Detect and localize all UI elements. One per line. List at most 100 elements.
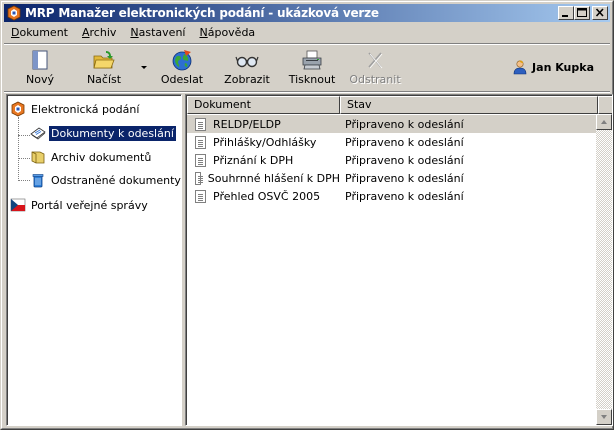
document-icon — [195, 153, 206, 167]
document-status: Připraveno k odeslání — [345, 153, 464, 167]
column-header-stav[interactable]: Stav — [340, 96, 598, 114]
new-document-icon — [28, 49, 52, 71]
table-row[interactable]: RELDP/ELDP Připraveno k odeslání — [187, 115, 596, 133]
window-frame: MRP Manažer elektronických podání - ukáz… — [1, 1, 613, 429]
tree-node-label: Odstraněné dokumenty — [51, 173, 181, 187]
arrow-up-icon — [601, 120, 607, 124]
document-name: Souhrnné hlášení k DPH — [207, 171, 340, 185]
document-name: Přiznání k DPH — [213, 153, 294, 167]
app-window: MRP Manažer elektronických podání - ukáz… — [0, 0, 614, 430]
tree-connector — [18, 158, 30, 159]
open-button[interactable]: Načíst — [76, 49, 132, 89]
document-name: Přihlášky/Odhlášky — [213, 135, 317, 149]
document-status: Připraveno k odeslání — [345, 135, 464, 149]
menu-nastaveni[interactable]: Nastavení — [123, 24, 192, 42]
tree-connector — [18, 117, 19, 181]
table-row[interactable]: Přehled OSVČ 2005 Připraveno k odeslání — [187, 187, 596, 205]
menu-archiv-accel: A — [82, 26, 90, 39]
toolbar: Nový Načíst Odeslat Zobrazit Tisknout Od… — [4, 45, 610, 91]
document-icon — [195, 171, 203, 185]
open-button-label: Načíst — [86, 73, 122, 86]
menu-napoveda-label: ápověda — [207, 26, 256, 39]
cell-document: RELDP/ELDP — [187, 117, 340, 131]
view-button-label: Zobrazit — [224, 73, 270, 86]
cell-document: Souhrnné hlášení k DPH — [187, 171, 340, 185]
window-controls — [558, 6, 608, 20]
document-icon — [195, 117, 206, 131]
czech-flag-icon — [10, 197, 26, 213]
close-icon — [595, 8, 604, 17]
current-user: Jan Kupka — [512, 59, 594, 75]
tree-node-elektronicka-podani[interactable]: Elektronická podání — [10, 100, 141, 118]
app-logo-icon — [10, 101, 26, 117]
table-row[interactable]: Souhrnné hlášení k DPH Připraveno k odes… — [187, 169, 596, 187]
new-button[interactable]: Nový — [14, 49, 66, 89]
document-icon — [195, 135, 206, 149]
menu-archiv[interactable]: Archiv — [75, 24, 123, 42]
scroll-down-button[interactable] — [596, 409, 612, 425]
document-icon — [195, 189, 206, 203]
scroll-up-button[interactable] — [596, 114, 612, 130]
cell-document: Přihlášky/Odhlášky — [187, 135, 340, 149]
document-list: Dokument Stav RELDP/ELDP Připraveno k od… — [186, 95, 612, 425]
menu-bar: Dokument Archiv Nastavení Nápověda — [4, 23, 610, 43]
print-button[interactable]: Tisknout — [284, 49, 340, 89]
tree-connector — [18, 180, 30, 181]
outbox-documents-icon — [30, 125, 46, 141]
menu-nastaveni-label: astavení — [138, 26, 186, 39]
tree-node-odstranene-dokumenty[interactable]: Odstraněné dokumenty — [30, 171, 183, 189]
list-header: Dokument Stav — [187, 96, 612, 114]
send-button[interactable]: Odeslat — [156, 49, 208, 89]
document-status: Připraveno k odeslání — [345, 189, 464, 203]
tree-node-archiv-dokumentu[interactable]: Archiv dokumentů — [30, 148, 153, 166]
title-bar[interactable]: MRP Manažer elektronických podání - ukáz… — [4, 4, 610, 22]
menu-napoveda-accel: N — [199, 26, 208, 39]
tree-node-label: Elektronická podání — [31, 102, 140, 116]
open-dropdown-arrow-icon[interactable] — [141, 66, 147, 69]
document-name: RELDP/ELDP — [213, 117, 281, 131]
toolbar-separator — [4, 91, 610, 93]
user-name: Jan Kupka — [532, 60, 594, 74]
archive-folder-icon — [30, 149, 46, 165]
open-folder-icon — [92, 49, 116, 71]
maximize-icon — [577, 8, 587, 17]
print-button-label: Tisknout — [288, 73, 336, 86]
app-icon — [6, 5, 22, 21]
document-name: Přehled OSVČ 2005 — [213, 189, 321, 203]
menu-dokument[interactable]: Dokument — [4, 24, 75, 42]
window-title: MRP Manažer elektronických podání - ukáz… — [25, 6, 379, 20]
tree-node-portal-verejne-spravy[interactable]: Portál veřejné správy — [10, 196, 150, 214]
user-icon — [512, 59, 528, 75]
document-status: Připraveno k odeslání — [345, 117, 464, 131]
column-header-dokument[interactable]: Dokument — [187, 96, 340, 114]
document-list-pane: Dokument Stav RELDP/ELDP Připraveno k od… — [185, 94, 613, 426]
menu-archiv-label: rchiv — [89, 26, 117, 39]
menu-napoveda[interactable]: Nápověda — [192, 24, 262, 42]
maximize-button[interactable] — [574, 6, 590, 20]
remove-button[interactable]: Odstranit — [348, 49, 402, 89]
table-row[interactable]: Přiznání k DPH Připraveno k odeslání — [187, 151, 596, 169]
tree-connector — [18, 135, 30, 136]
remove-button-label: Odstranit — [349, 73, 401, 86]
cell-document: Přiznání k DPH — [187, 153, 340, 167]
tree-node-dokumenty-k-odeslani[interactable]: Dokumenty k odeslání — [30, 124, 177, 142]
tree-node-label: Portál veřejné správy — [31, 198, 148, 212]
close-button[interactable] — [592, 6, 608, 20]
new-button-label: Nový — [26, 73, 54, 86]
menu-nastaveni-accel: N — [130, 26, 139, 39]
trash-icon — [30, 172, 46, 188]
glasses-icon — [235, 49, 259, 71]
cell-document: Přehled OSVČ 2005 — [187, 189, 340, 203]
menu-dokument-label: okument — [19, 26, 68, 39]
arrow-down-icon — [601, 415, 607, 419]
printer-icon — [300, 49, 324, 71]
tree-node-label: Archiv dokumentů — [51, 150, 152, 164]
navigation-tree: Elektronická podání Dokumenty k odeslání — [7, 95, 181, 425]
send-button-label: Odeslat — [160, 73, 204, 86]
minimize-button[interactable] — [558, 6, 574, 20]
table-row[interactable]: Přihlášky/Odhlášky Připraveno k odeslání — [187, 133, 596, 151]
vertical-scrollbar[interactable] — [596, 114, 612, 425]
view-button[interactable]: Zobrazit — [219, 49, 275, 89]
document-status: Připraveno k odeslání — [345, 171, 464, 185]
navigation-tree-pane: Elektronická podání Dokumenty k odeslání — [6, 94, 182, 426]
